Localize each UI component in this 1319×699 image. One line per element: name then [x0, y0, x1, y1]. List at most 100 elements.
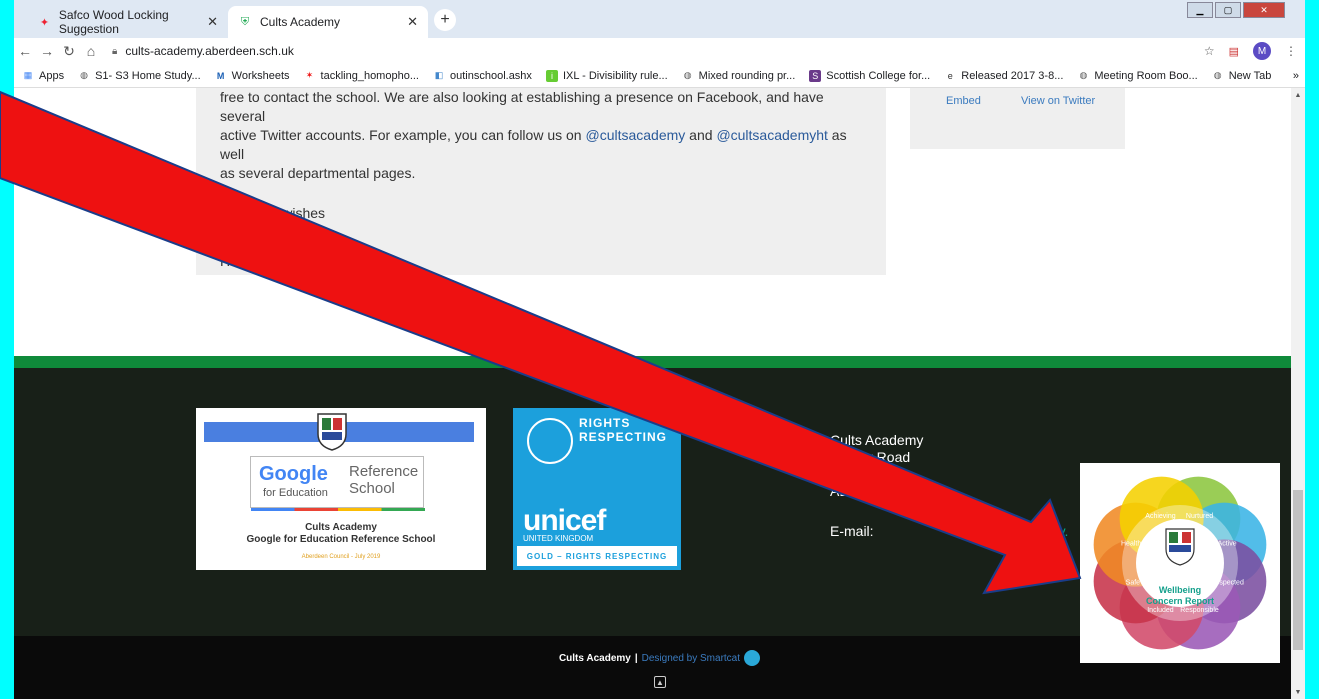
- email-row: E-mail: erdeencity.gov.: [830, 523, 1068, 540]
- back-to-top-icon[interactable]: ▲: [654, 676, 666, 688]
- wellbeing-flower-icon: NurturedActiveRespectedResponsibleInclud…: [1093, 476, 1267, 650]
- window-controls: ▁ ▢ ✕: [1187, 2, 1285, 18]
- badge-school-name: Cults Academy: [305, 522, 377, 533]
- bookmark-item[interactable]: ◍ Mixed rounding pr...: [682, 70, 796, 82]
- wellbeing-petal-label: Active: [1218, 540, 1237, 547]
- bookmark-label: Worksheets: [231, 69, 290, 82]
- address-line: Cults Academy: [830, 432, 924, 448]
- bookmark-item[interactable]: e Released 2017 3-8...: [944, 69, 1064, 82]
- unicef-rights-respecting-badge[interactable]: RIGHTS RESPECTING unicef UNITED KINGDOM …: [513, 408, 681, 570]
- bookmarks-bar: ▦ Apps ◍ S1- S3 Home Study... M Worksheets …: [14, 64, 1305, 88]
- apps-grid-icon: ▦: [23, 70, 33, 80]
- wellbeing-concern-report-badge[interactable]: Nurtured Active Respected Responsible Includ…: [1080, 463, 1280, 663]
- home-icon[interactable]: ⌂: [80, 43, 102, 59]
- school-crest-icon: [317, 413, 347, 451]
- twitter-widget-footer: Embed View on Twitter: [910, 88, 1125, 149]
- badge-caption: Cults Academy Google for Education Refer…: [196, 522, 486, 546]
- close-icon[interactable]: ✕: [207, 14, 218, 30]
- crest-favicon-icon: ⛨: [240, 15, 250, 28]
- school-word: School: [349, 480, 395, 497]
- close-icon[interactable]: ✕: [407, 14, 418, 30]
- wellbeing-petal-label: Responsible: [1180, 607, 1219, 614]
- embed-link[interactable]: Embed: [946, 95, 981, 107]
- wellbeing-petal-label: Achieving: [1145, 513, 1175, 520]
- pdf-extension-icon[interactable]: ▤: [1229, 45, 1239, 58]
- rights-word: RIGHTS: [579, 416, 631, 430]
- bookmark-label: Mixed rounding pr...: [698, 69, 796, 82]
- wellbeing-title: Wellbeing Concern Report: [1080, 585, 1280, 607]
- bookmark-label: Scottish College for...: [826, 69, 931, 82]
- letter-text: active Twitter accounts. For example, yo…: [220, 127, 586, 143]
- reload-icon[interactable]: ↻: [58, 43, 80, 60]
- letter-text: and: [685, 127, 717, 143]
- globe-icon: ◍: [1079, 70, 1088, 80]
- school-crest-icon: [1165, 528, 1195, 566]
- toolbar-right: ☆ ▤ M ⋮: [1204, 42, 1297, 60]
- badge-footer: Aberdeen Council - July 2019: [301, 554, 381, 560]
- address-line: Aberdeen: [830, 466, 891, 482]
- close-window-button[interactable]: ✕: [1243, 2, 1285, 18]
- new-tab-button[interactable]: +: [434, 9, 456, 31]
- head-teacher-letter: free to contact the school. We are also …: [196, 88, 886, 275]
- wellbeing-petal-label: Nurtured: [1186, 513, 1213, 520]
- signature-block: With best wishes David Barnett Head Teac…: [220, 204, 862, 270]
- twitter-link-cultsacademy[interactable]: @cultsacademy: [585, 127, 685, 143]
- scrollbar-thumb[interactable]: [1293, 490, 1303, 650]
- bookmark-label: Released 2017 3-8...: [961, 69, 1064, 82]
- menu-icon[interactable]: ⋮: [1285, 44, 1297, 58]
- email-label: E-mail:: [830, 523, 874, 539]
- smartcat-logo-icon: [744, 650, 761, 666]
- tab-cults-academy[interactable]: ⛨ Cults Academy ✕: [228, 6, 428, 38]
- footer-divider: [14, 356, 1305, 368]
- address-line: AB15 9TP: [830, 483, 894, 499]
- address-bar[interactable]: 🔒︎ cults-academy.aberdeen.sch.uk: [112, 44, 294, 58]
- minimize-button[interactable]: ▁: [1187, 2, 1213, 18]
- bookmark-label: outinschool.ashx: [449, 69, 532, 82]
- bookmark-item[interactable]: S Scottish College for...: [809, 69, 931, 82]
- bookmark-star-icon[interactable]: ☆: [1204, 44, 1215, 58]
- scroll-up-arrow-icon[interactable]: ▲: [1291, 88, 1305, 102]
- bookmark-item[interactable]: i IXL - Divisibility rule...: [545, 69, 668, 82]
- bookmark-item[interactable]: ◧ outinschool.ashx: [433, 70, 532, 82]
- maximize-button[interactable]: ▢: [1215, 2, 1241, 18]
- forward-icon[interactable]: →: [36, 43, 58, 59]
- bookmark-item[interactable]: M Worksheets: [215, 70, 290, 82]
- more-bookmarks-icon[interactable]: »: [1293, 70, 1299, 82]
- url-text: cults-academy.aberdeen.sch.uk: [125, 44, 294, 58]
- tab-safco[interactable]: ✦ Safco Wood Locking Suggestion ✕: [28, 6, 228, 38]
- bookmark-label: New Tab: [1228, 69, 1272, 82]
- reference-school-text: Reference School: [349, 463, 418, 497]
- unicef-wordmark: unicef: [523, 504, 606, 537]
- college-icon: S: [809, 69, 822, 82]
- tab-title: Safco Wood Locking Suggestion: [58, 8, 169, 36]
- lock-icon: 🔒︎: [112, 45, 118, 57]
- bookmark-item[interactable]: ◍ S1- S3 Home Study...: [78, 70, 201, 82]
- bookmark-item[interactable]: ◍ New Tab: [1212, 70, 1272, 82]
- globe-icon: ◍: [683, 70, 692, 80]
- signatory-name: David Barnett: [220, 229, 305, 245]
- avatar[interactable]: M: [1253, 42, 1271, 60]
- view-on-twitter-link[interactable]: View on Twitter: [1021, 95, 1095, 107]
- bookmark-item[interactable]: ◍ Meeting Room Boo...: [1077, 70, 1197, 82]
- school-address: Cults Academy Quarry Road Aberdeen AB15 …: [830, 432, 1068, 540]
- twitter-link-cultsacademyht[interactable]: @cultsacademyht: [716, 127, 827, 143]
- page-scrollbar[interactable]: ▲ ▼: [1291, 88, 1305, 699]
- wellbeing-petal-label: Included: [1147, 607, 1174, 614]
- scroll-down-arrow-icon[interactable]: ▼: [1291, 685, 1305, 699]
- google-reference-school-badge[interactable]: Google for Education Reference School Cul…: [196, 408, 486, 570]
- bookmark-label: tackling_homopho...: [320, 69, 419, 82]
- bookmark-apps[interactable]: ▦ Apps: [22, 70, 64, 82]
- globe-icon: ◍: [80, 70, 88, 80]
- bookmark-item[interactable]: ✶ tackling_homopho...: [304, 70, 419, 82]
- email-link[interactable]: erdeencity.gov.: [976, 523, 1069, 539]
- footer-school-name: Cults Academy: [558, 652, 631, 664]
- closing-text: With best wishes: [220, 205, 326, 221]
- browser-toolbar: ← → ↻ ⌂ 🔒︎ cults-academy.aberdeen.sch.uk…: [14, 38, 1305, 64]
- wellbeing-petal-label: Healthy: [1121, 540, 1145, 547]
- back-icon[interactable]: ←: [14, 43, 36, 59]
- phone-number: 01: [830, 506, 1068, 523]
- wellbeing-title-line: Wellbeing: [1158, 585, 1202, 595]
- address-line: Quarry Road: [830, 449, 911, 465]
- designed-by-link[interactable]: Designed by Smartcat: [642, 653, 740, 664]
- rights-respecting-globe-icon: [527, 418, 573, 464]
